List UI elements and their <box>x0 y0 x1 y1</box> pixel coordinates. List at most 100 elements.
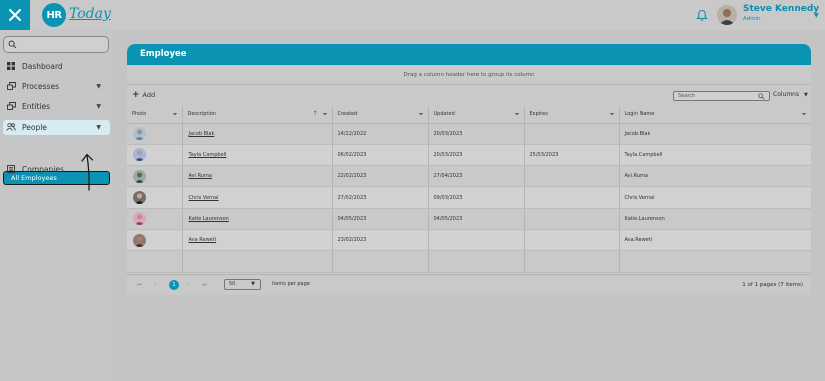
updated-cell: 20/03/2023 <box>428 144 525 167</box>
login-name-cell: Tayla.Campbell <box>619 144 811 167</box>
employee-avatar <box>133 212 146 226</box>
filter-icon[interactable]: ⏷ <box>515 111 520 119</box>
updated-cell: 20/03/2023 <box>428 123 525 145</box>
employee-avatar <box>133 233 146 247</box>
chevron-down-icon: ▼ <box>96 82 101 90</box>
column-header-expires[interactable]: Expires ⏷ <box>524 106 620 124</box>
table-row[interactable]: Avi Ruma 22/02/2023 27/04/2023 Avi.Ruma <box>127 165 811 188</box>
employee-description[interactable]: Katie Laurenson <box>182 208 333 230</box>
expires-cell <box>524 186 620 209</box>
table-row[interactable]: Tayla Campbell 06/02/2023 20/03/2023 25/… <box>127 144 811 167</box>
sidebar-item-people[interactable]: People ▼ <box>6 119 110 135</box>
add-label: Add <box>142 91 156 99</box>
user-avatar[interactable] <box>717 5 737 25</box>
expires-cell <box>524 229 620 252</box>
login-name-cell: Chris.Vernal <box>619 186 811 209</box>
sort-ascending-icon[interactable]: ↑ <box>312 110 317 117</box>
expires-cell <box>524 208 620 230</box>
search-icon <box>758 93 765 100</box>
header-label: Description <box>187 111 216 118</box>
employee-avatar <box>133 191 146 205</box>
chevron-down-icon: ▼ <box>96 102 101 110</box>
created-cell: 04/05/2023 <box>332 208 429 230</box>
table-row-empty <box>127 250 811 273</box>
filter-icon[interactable]: ⏷ <box>802 111 807 119</box>
employee-description[interactable]: Chris Vernal <box>182 186 333 209</box>
filter-icon[interactable]: ⏷ <box>173 111 178 119</box>
last-page-icon[interactable]: ⏭ <box>202 282 207 288</box>
filter-icon[interactable]: ⏷ <box>610 111 615 119</box>
chevron-down-icon: ▼ <box>96 123 101 131</box>
employee-avatar <box>133 169 146 183</box>
header-label: Photo <box>132 111 147 118</box>
filter-icon[interactable]: ⏷ <box>419 111 424 119</box>
page-number-current[interactable]: 1 <box>169 280 179 290</box>
sidebar-item-entities[interactable]: Entities ▼ <box>6 98 110 114</box>
header-label: Expires <box>529 111 548 118</box>
created-cell: 14/12/2022 <box>332 123 429 145</box>
header-label: Login Name <box>624 111 655 118</box>
table-row[interactable]: Katie Laurenson 04/05/2023 04/05/2023 Ka… <box>127 208 811 230</box>
table-row[interactable]: Ava Reweti 23/02/2023 Ava.Reweti <box>127 229 811 252</box>
page-size-value: 50 <box>229 281 236 287</box>
login-name-cell: Ava.Reweti <box>619 229 811 252</box>
login-name-cell: Katie.Laurenson <box>619 208 811 230</box>
header-label: Updated <box>433 111 455 118</box>
columns-button[interactable]: Columns ▼ <box>773 91 808 98</box>
pointer-arrow-annotation <box>81 153 94 191</box>
employee-panel: Employee Drag a column header here to gr… <box>127 44 811 295</box>
table-row[interactable]: Chris Vernal 27/02/2023 09/03/2023 Chris… <box>127 186 811 209</box>
grid-toolbar: + Add Search Columns ▼ <box>127 85 811 106</box>
column-header-created[interactable]: Created ⏷ <box>332 106 429 124</box>
employee-description[interactable]: Jacob Blak <box>182 123 333 145</box>
employee-avatar <box>133 148 146 162</box>
processes-icon <box>6 82 16 90</box>
user-name[interactable]: Steve Kennedy <box>743 4 819 14</box>
chevron-down-icon: ▼ <box>804 92 808 98</box>
next-page-icon[interactable]: › <box>187 282 189 288</box>
add-button[interactable]: + Add <box>132 90 155 100</box>
prev-page-icon[interactable]: ‹ <box>154 282 156 288</box>
sidebar-item-label: Dashboard <box>22 61 63 71</box>
logo-text: Today <box>69 6 111 22</box>
column-header-photo[interactable]: Photo ⏷ <box>127 106 183 124</box>
created-cell: 06/02/2023 <box>332 144 429 167</box>
table-row[interactable]: Jacob Blak 14/12/2022 20/03/2023 Jacob.B… <box>127 123 811 145</box>
first-page-icon[interactable]: ⏮ <box>137 282 142 288</box>
created-cell: 27/02/2023 <box>332 186 429 209</box>
updated-cell: 09/03/2023 <box>428 186 525 209</box>
column-header-updated[interactable]: Updated ⏷ <box>428 106 525 124</box>
plus-icon: + <box>132 90 140 100</box>
column-header-login-name[interactable]: Login Name ⏷ <box>619 106 811 124</box>
created-cell: 23/02/2023 <box>332 229 429 252</box>
sidebar-item-label: Companies <box>22 164 64 174</box>
bell-icon[interactable] <box>696 7 708 26</box>
close-button[interactable] <box>0 0 30 30</box>
chevron-down-icon[interactable]: ▼ <box>814 12 819 19</box>
grid-search-input[interactable]: Search <box>673 91 770 101</box>
page-size-select[interactable]: 50 ▼ <box>224 279 261 290</box>
sidebar-item-dashboard[interactable]: Dashboard <box>6 58 110 74</box>
employee-description[interactable]: Ava Reweti <box>182 229 333 252</box>
sidebar-search-input[interactable] <box>3 36 109 53</box>
sidebar-item-label: Entities <box>22 101 51 111</box>
group-panel[interactable]: Drag a column header here to group its c… <box>127 65 811 85</box>
entities-icon <box>6 102 16 110</box>
expires-cell <box>524 165 620 188</box>
top-bar: HR Today Steve Kennedy Admin ▼ <box>0 0 825 30</box>
pager: ⏮ ‹ 1 › ⏭ 50 ▼ items per page 1 of 1 pag… <box>127 274 811 295</box>
grid-search-placeholder: Search <box>678 93 696 99</box>
expires-cell: 25/03/2023 <box>524 144 620 167</box>
columns-label: Columns <box>773 91 800 98</box>
filter-icon[interactable]: ⏷ <box>323 111 328 119</box>
employee-description[interactable]: Avi Ruma <box>182 165 333 188</box>
updated-cell: 04/05/2023 <box>428 208 525 230</box>
sidebar-item-processes[interactable]: Processes ▼ <box>6 78 110 94</box>
employee-avatar <box>133 127 146 141</box>
sidebar-item-label: People <box>22 122 47 132</box>
search-icon <box>8 40 17 49</box>
user-role: Admin <box>743 16 761 22</box>
chevron-down-icon: ▼ <box>251 281 255 287</box>
employee-description[interactable]: Tayla Campbell <box>182 144 333 167</box>
column-header-description[interactable]: Description ↑ ⏷ <box>182 106 333 124</box>
